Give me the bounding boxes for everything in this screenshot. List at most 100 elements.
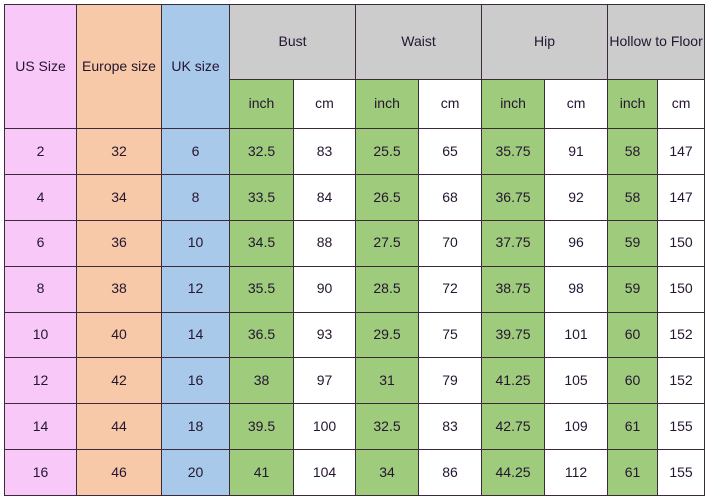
cell-hip-inch: 36.75 [481,173,546,221]
cell-waist-inch: 25.5 [355,128,420,175]
cell-hollow-inch: 60 [607,311,659,359]
cell-hip-cm: 92 [544,173,609,221]
cell-hip-cm: 91 [544,128,609,175]
cell-hip-inch: 37.75 [481,219,546,267]
cell-waist-inch: 26.5 [355,173,420,221]
header-waist: Waist [355,4,483,80]
cell-waist-inch: 34 [355,449,420,496]
cell-europe-size: 34 [76,173,162,221]
table-row: 2 32 6 32.5 83 25.5 65 35.75 91 58 147 [4,128,706,175]
cell-hollow-cm: 152 [657,357,706,405]
cell-hollow-inch: 59 [607,219,659,267]
cell-hip-cm: 98 [544,265,609,313]
header-hollow-to-floor: Hollow to Floor [607,4,706,80]
cell-waist-cm: 86 [418,449,483,496]
header-uk-size: UK size [161,4,230,129]
cell-hollow-inch: 58 [607,128,659,175]
cell-bust-cm: 100 [292,403,357,451]
cell-us-size: 16 [4,449,77,496]
header-hip-cm: cm [544,79,609,129]
cell-hollow-inch: 61 [607,403,659,451]
cell-europe-size: 46 [76,449,162,496]
cell-uk-size: 18 [161,403,230,451]
header-hip-inch: inch [481,79,546,129]
cell-hip-inch: 38.75 [481,265,546,313]
table-head: US Size Europe size UK size Bust Waist H… [4,4,706,129]
cell-us-size: 8 [4,265,77,313]
cell-hip-cm: 96 [544,219,609,267]
cell-bust-inch: 39.5 [229,403,294,451]
cell-hip-inch: 44.25 [481,449,546,496]
cell-bust-cm: 97 [292,357,357,405]
cell-hip-inch: 42.75 [481,403,546,451]
cell-bust-cm: 84 [292,173,357,221]
header-bust-cm: cm [292,79,357,129]
cell-hollow-inch: 60 [607,357,659,405]
cell-hip-cm: 112 [544,449,609,496]
table-row: 16 46 20 41 104 34 86 44.25 112 61 155 [4,449,706,496]
cell-hip-inch: 35.75 [481,128,546,175]
cell-hip-cm: 101 [544,311,609,359]
header-hollow-cm: cm [657,79,706,129]
cell-waist-inch: 27.5 [355,219,420,267]
cell-waist-cm: 68 [418,173,483,221]
cell-uk-size: 6 [161,128,230,175]
header-europe-size: Europe size [76,4,162,129]
cell-bust-inch: 33.5 [229,173,294,221]
cell-us-size: 6 [4,219,77,267]
cell-us-size: 2 [4,128,77,175]
cell-uk-size: 12 [161,265,230,313]
cell-waist-cm: 65 [418,128,483,175]
cell-waist-cm: 72 [418,265,483,313]
table-row: 10 40 14 36.5 93 29.5 75 39.75 101 60 152 [4,311,706,359]
header-us-size: US Size [4,4,77,129]
table-row: 4 34 8 33.5 84 26.5 68 36.75 92 58 147 [4,173,706,221]
header-bust: Bust [228,4,357,80]
cell-waist-inch: 31 [355,357,420,405]
cell-bust-cm: 88 [292,219,357,267]
cell-bust-cm: 90 [292,265,357,313]
table-row: 6 36 10 34.5 88 27.5 70 37.75 96 59 150 [4,219,706,267]
cell-europe-size: 38 [76,265,162,313]
cell-bust-inch: 36.5 [229,311,294,359]
cell-waist-cm: 70 [418,219,483,267]
cell-hollow-cm: 152 [657,311,706,359]
cell-hip-inch: 39.75 [481,311,546,359]
cell-hollow-cm: 155 [657,449,706,496]
cell-europe-size: 36 [76,219,162,267]
cell-europe-size: 44 [76,403,162,451]
cell-uk-size: 16 [161,357,230,405]
cell-waist-inch: 32.5 [355,403,420,451]
cell-hollow-inch: 61 [607,449,659,496]
cell-waist-cm: 75 [418,311,483,359]
cell-hollow-inch: 58 [607,173,659,221]
table-row: 8 38 12 35.5 90 28.5 72 38.75 98 59 150 [4,265,706,313]
header-bust-inch: inch [229,79,294,129]
cell-hip-cm: 105 [544,357,609,405]
cell-hollow-cm: 150 [657,265,706,313]
cell-bust-cm: 93 [292,311,357,359]
header-waist-inch: inch [355,79,420,129]
cell-waist-cm: 83 [418,403,483,451]
cell-us-size: 12 [4,357,77,405]
cell-hollow-cm: 147 [657,128,706,175]
cell-us-size: 10 [4,311,77,359]
cell-hollow-cm: 150 [657,219,706,267]
cell-uk-size: 14 [161,311,230,359]
cell-bust-inch: 41 [229,449,294,496]
cell-us-size: 14 [4,403,77,451]
cell-bust-inch: 32.5 [229,128,294,175]
header-row-groups: US Size Europe size UK size Bust Waist H… [4,4,706,129]
cell-waist-inch: 29.5 [355,311,420,359]
cell-bust-inch: 38 [229,357,294,405]
cell-waist-cm: 79 [418,357,483,405]
table-body: 2 32 6 32.5 83 25.5 65 35.75 91 58 147 4 34 8 33.5 84 26… [4,128,706,496]
header-hollow-inch: inch [607,79,659,129]
cell-bust-inch: 34.5 [229,219,294,267]
cell-us-size: 4 [4,173,77,221]
cell-hip-cm: 109 [544,403,609,451]
size-chart-table: US Size Europe size UK size Bust Waist H… [4,4,706,496]
cell-hollow-cm: 147 [657,173,706,221]
table-row: 12 42 16 38 97 31 79 41.25 105 60 152 [4,357,706,405]
cell-europe-size: 42 [76,357,162,405]
